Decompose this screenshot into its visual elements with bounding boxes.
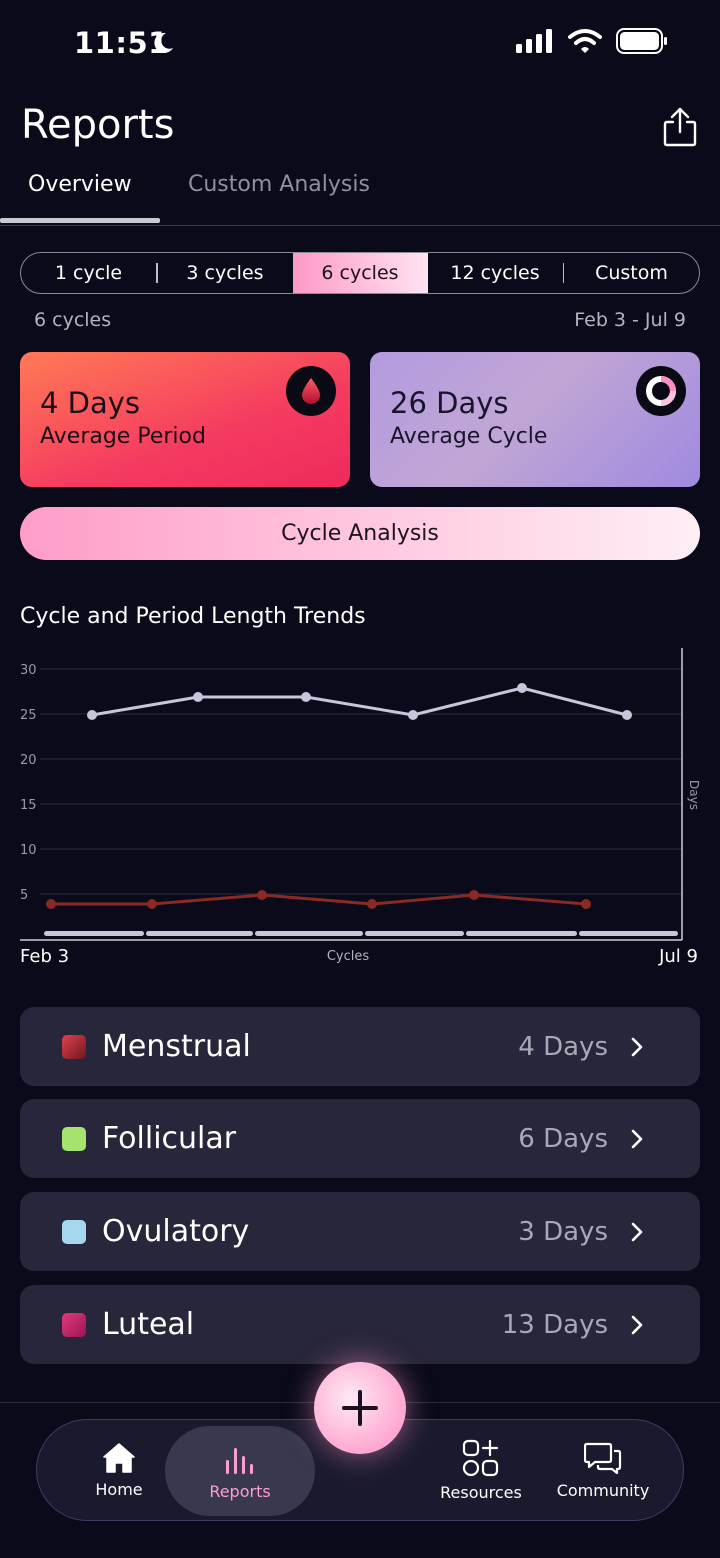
period-length-point: [469, 890, 479, 900]
range-date-label: Feb 3 - Jul 9: [574, 309, 686, 331]
cycle-segment-bar: [255, 931, 363, 936]
segment-1-cycle[interactable]: 1 cycle: [21, 253, 156, 293]
x-start-label: Feb 3: [20, 946, 69, 967]
cycle-length-point: [517, 683, 527, 693]
y-tick-label: 30: [20, 663, 37, 678]
phase-row-follicular[interactable]: Follicular 6 Days: [20, 1099, 700, 1178]
cycle-length-point: [87, 710, 97, 720]
tab-custom-analysis[interactable]: Custom Analysis: [188, 172, 370, 197]
tab-bar: Overview Custom Analysis: [0, 160, 720, 226]
cycle-length-point: [622, 710, 632, 720]
y-axis-label: Days: [687, 780, 701, 810]
resources-icon: [462, 1439, 499, 1476]
page-title: Reports: [21, 102, 175, 148]
phase-name: Menstrual: [102, 1029, 251, 1064]
wifi-icon: [568, 29, 602, 53]
cycle-range-selector: 1 cycle 3 cycles 6 cycles 12 cycles Cust…: [20, 252, 700, 294]
moon-icon: [150, 30, 176, 60]
nav-label: Reports: [209, 1481, 271, 1501]
follicular-swatch: [62, 1126, 86, 1151]
phase-name: Luteal: [102, 1307, 195, 1342]
signal-icon: [516, 29, 552, 53]
phase-row-luteal[interactable]: Luteal 13 Days: [20, 1285, 700, 1364]
nav-label: Community: [556, 1480, 650, 1500]
cycle-length-point: [408, 710, 418, 720]
phase-row-menstrual[interactable]: Menstrual 4 Days: [20, 1007, 700, 1086]
segment-6-cycles[interactable]: 6 cycles: [292, 253, 428, 293]
y-tick-label: 20: [20, 753, 37, 768]
blood-drop-icon: [286, 366, 336, 416]
status-icons: [516, 28, 668, 54]
nav-reports[interactable]: Reports: [165, 1426, 315, 1516]
period-length-point: [257, 890, 267, 900]
phase-row-ovulatory[interactable]: Ovulatory 3 Days: [20, 1192, 700, 1271]
period-length-point: [367, 899, 377, 909]
x-end-label: Jul 9: [658, 946, 698, 967]
phase-days: 13 Days: [501, 1309, 608, 1340]
average-period-card[interactable]: 4 Days Average Period: [20, 352, 350, 487]
x-axis-label: Cycles: [327, 949, 370, 964]
reports-bars-icon: [226, 1447, 253, 1474]
chevron-right-icon: [631, 1129, 643, 1148]
phase-days: 4 Days: [518, 1031, 608, 1062]
chevron-right-icon: [631, 1037, 643, 1056]
ovulatory-swatch: [62, 1219, 86, 1244]
phase-name: Follicular: [102, 1121, 237, 1156]
cycle-segment-bar: [44, 931, 144, 936]
cycle-length-line: [91, 686, 628, 717]
average-cycle-label: Average Cycle: [390, 424, 548, 449]
cycle-ring-icon: [636, 366, 686, 416]
cycle-analysis-button[interactable]: Cycle Analysis: [20, 507, 700, 560]
luteal-swatch: [62, 1312, 86, 1337]
cycle-length-point: [301, 692, 311, 702]
share-button[interactable]: [662, 106, 698, 148]
phase-days: 3 Days: [518, 1216, 608, 1247]
plus-icon: [342, 1390, 378, 1426]
nav-community[interactable]: Community: [543, 1420, 663, 1520]
menstrual-swatch: [62, 1034, 86, 1059]
battery-icon: [616, 28, 667, 54]
home-icon: [103, 1442, 135, 1473]
chart-title: Cycle and Period Length Trends: [20, 604, 366, 629]
cycle-segment-bar: [466, 931, 577, 936]
phase-days: 6 Days: [518, 1123, 608, 1154]
range-count-label: 6 cycles: [34, 309, 112, 331]
segment-12-cycles[interactable]: 12 cycles: [428, 253, 563, 293]
y-tick-label: 10: [20, 843, 37, 858]
cycle-segment-bar: [146, 931, 253, 936]
cycle-length-point: [193, 692, 203, 702]
cycle-segment-bar: [365, 931, 464, 936]
chat-bubbles-icon: [584, 1442, 622, 1474]
period-length-point: [46, 899, 56, 909]
chevron-right-icon: [631, 1315, 643, 1334]
segment-custom[interactable]: Custom: [564, 253, 699, 293]
share-icon: [663, 107, 697, 147]
cycle-segment-bar: [579, 931, 678, 936]
chevron-right-icon: [631, 1222, 643, 1241]
period-length-point: [581, 899, 591, 909]
average-cycle-card[interactable]: 26 Days Average Cycle: [370, 352, 700, 487]
nav-home[interactable]: Home: [59, 1420, 179, 1520]
nav-label: Home: [95, 1479, 143, 1499]
nav-label: Resources: [440, 1482, 522, 1502]
y-tick-label: 15: [20, 798, 37, 813]
period-length-point: [147, 899, 157, 909]
tab-active-indicator: [0, 218, 160, 223]
y-tick-label: 5: [20, 888, 28, 903]
add-log-button[interactable]: [314, 1362, 406, 1454]
average-period-label: Average Period: [40, 424, 206, 449]
segment-3-cycles[interactable]: 3 cycles: [158, 253, 293, 293]
phase-name: Ovulatory: [102, 1214, 250, 1249]
period-length-line: [51, 893, 587, 906]
y-tick-label: 25: [20, 708, 37, 723]
trend-chart: 5 10 15 20 25 30 Cycles Feb 3 Jul 9 Days: [20, 648, 701, 967]
nav-resources[interactable]: Resources: [421, 1420, 541, 1520]
tab-overview[interactable]: Overview: [28, 172, 132, 197]
